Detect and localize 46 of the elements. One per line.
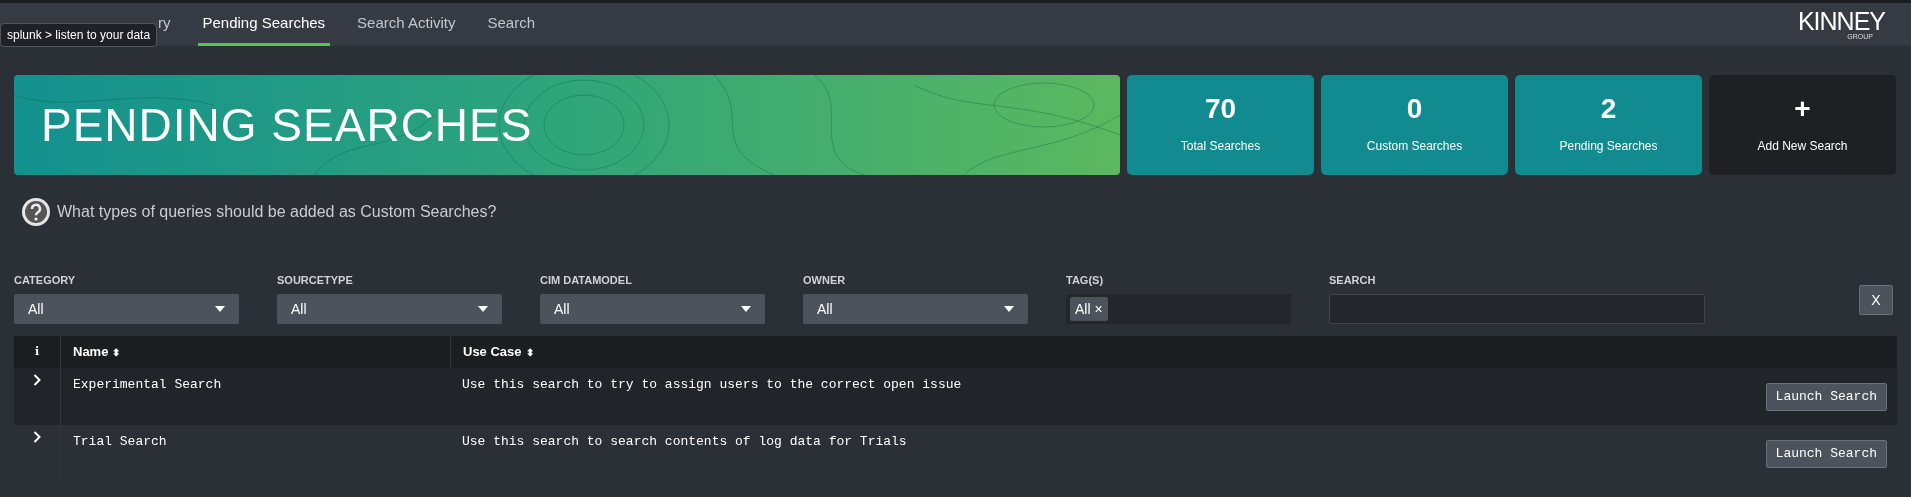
search-field[interactable]: [1329, 294, 1705, 324]
sort-icon[interactable]: ⬍: [112, 344, 121, 360]
filter-label: CATEGORY: [14, 272, 77, 288]
nav-tab[interactable]: Search Activity: [352, 3, 461, 46]
table-cell-text: Use this search to try to assign users to the correct open issue: [461, 376, 963, 394]
caret-icon: [215, 306, 225, 312]
sort-icon[interactable]: ⬍: [525, 344, 534, 360]
banner-title: PENDING SEARCHES: [41, 97, 533, 153]
filter-label: TAG(S): [1066, 272, 1105, 288]
caret-icon: [478, 306, 488, 312]
launch-search-button[interactable]: Launch Search: [1765, 383, 1887, 411]
filter-label: SOURCETYPE: [277, 272, 354, 288]
stat-value: 0: [1406, 95, 1423, 123]
chevron-icon[interactable]: [33, 374, 41, 386]
launch-search-button[interactable]: Launch Search: [1765, 440, 1887, 468]
nav-tab[interactable]: Search: [482, 3, 540, 46]
caret-icon: [741, 306, 751, 312]
tag-chip[interactable]: All ×: [1070, 297, 1108, 321]
stat-label: Pending Searches: [1559, 138, 1658, 155]
stat-label: Total Searches: [1180, 138, 1261, 155]
help-question: What types of queries should be added as Custom Searches?: [57, 202, 497, 222]
filter-dropdown[interactable]: All: [803, 294, 1028, 324]
filter-dropdown[interactable]: All: [540, 294, 765, 324]
add-search-card[interactable]: + Add New Search: [1709, 75, 1896, 175]
filter-label: CIM DATAMODEL: [540, 272, 633, 288]
column-header: i: [33, 343, 41, 360]
nav-tab[interactable]: Pending Searches: [197, 3, 331, 46]
tooltip: splunk > listen to your data: [0, 23, 158, 47]
plus-icon: +: [1794, 95, 1811, 123]
clear-button[interactable]: X: [1859, 285, 1893, 315]
chevron-icon[interactable]: [33, 431, 41, 443]
filter-dropdown[interactable]: All: [277, 294, 502, 324]
table-cell-text: Use this search to search contents of log data for Trials: [461, 433, 908, 451]
filter-label: SEARCH: [1329, 272, 1377, 288]
filter-dropdown[interactable]: All: [14, 294, 239, 324]
stat-label: Add New Search: [1757, 138, 1848, 155]
remove-icon[interactable]: ×: [1094, 298, 1103, 320]
filter-label: OWNER: [803, 272, 847, 288]
stat-value: 2: [1600, 95, 1617, 123]
stat-label: Custom Searches: [1366, 138, 1463, 155]
table-cell: Trial Search: [60, 425, 450, 482]
caret-icon: [1004, 306, 1014, 312]
stat-value: 70: [1204, 95, 1237, 123]
tag-field[interactable]: All ×: [1066, 294, 1291, 324]
logo-name: KINNEY: [1797, 8, 1885, 33]
help-icon: [21, 197, 51, 227]
